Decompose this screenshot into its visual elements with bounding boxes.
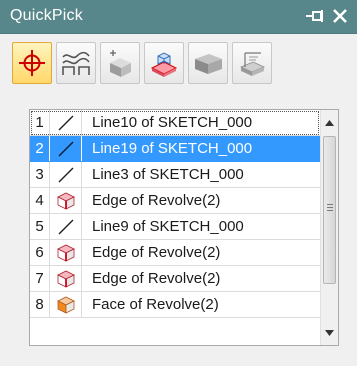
row-label: Line3 of SKETCH_000: [92, 166, 244, 183]
sheet-body-icon: [239, 52, 266, 76]
edge-icon: [50, 240, 82, 265]
list-item[interactable]: 1 Line10 of SKETCH_000: [30, 110, 320, 136]
point-on-body-button[interactable]: [100, 42, 140, 84]
row-label: Line9 of SKETCH_000: [92, 218, 244, 235]
filter-toolbar: [12, 42, 272, 88]
row-number: 1: [30, 110, 50, 135]
row-label: Line19 of SKETCH_000: [92, 140, 253, 157]
list-item[interactable]: 3 Line3 of SKETCH_000: [30, 162, 320, 188]
row-label: Face of Revolve(2): [92, 296, 219, 313]
selection-list: 1 Line10 of SKETCH_000 2 Line19 of SKETCH_0…: [29, 109, 339, 346]
line-icon: [50, 110, 82, 135]
scrollbar-thumb[interactable]: [323, 136, 336, 284]
scroll-down-arrow[interactable]: [321, 324, 338, 341]
edge-icon: [50, 266, 82, 291]
list-item[interactable]: 2 Line19 of SKETCH_000: [30, 136, 320, 162]
row-label: Edge of Revolve(2): [92, 192, 221, 209]
point-on-body-icon: [110, 50, 131, 77]
list-rows: 1 Line10 of SKETCH_000 2 Line19 of SKETCH_0…: [30, 110, 320, 318]
close-icon[interactable]: [329, 5, 351, 27]
crosshair-filter-button[interactable]: [12, 42, 52, 84]
curve-filter-icon: [62, 51, 90, 75]
list-item[interactable]: 4 Edge of Revolve(2): [30, 188, 320, 214]
body-filter-button[interactable]: [144, 42, 184, 84]
scroll-up-arrow[interactable]: [321, 114, 338, 131]
row-label: Line10 of SKETCH_000: [92, 114, 253, 131]
edge-icon: [50, 188, 82, 213]
list-item[interactable]: 5 Line9 of SKETCH_000: [30, 214, 320, 240]
title-bar[interactable]: QuickPick: [0, 0, 357, 34]
window-title: QuickPick: [10, 7, 83, 24]
solid-body-icon: [195, 54, 222, 74]
pin-icon[interactable]: [305, 5, 327, 27]
list-item[interactable]: 8 Face of Revolve(2): [30, 292, 320, 318]
row-number: 2: [30, 136, 50, 161]
line-icon: [50, 162, 82, 187]
row-number: 7: [30, 266, 50, 291]
title-buttons: [305, 4, 351, 28]
list-item[interactable]: 7 Edge of Revolve(2): [30, 266, 320, 292]
body-filter-icon: [150, 52, 178, 77]
crosshair-filter-icon: [19, 50, 45, 76]
row-number: 6: [30, 240, 50, 265]
quickpick-window: QuickPick 1 Line10 of SKETCH_000 2 Line1…: [0, 0, 357, 366]
curve-filter-button[interactable]: [56, 42, 96, 84]
sheet-body-button[interactable]: [232, 42, 272, 84]
row-number: 4: [30, 188, 50, 213]
line-icon: [50, 136, 82, 161]
solid-body-button[interactable]: [188, 42, 228, 84]
line-icon: [50, 214, 82, 239]
row-number: 3: [30, 162, 50, 187]
row-label: Edge of Revolve(2): [92, 270, 221, 287]
row-number: 8: [30, 292, 50, 317]
row-label: Edge of Revolve(2): [92, 244, 221, 261]
row-number: 5: [30, 214, 50, 239]
list-item[interactable]: 6 Edge of Revolve(2): [30, 240, 320, 266]
vertical-scrollbar[interactable]: [320, 110, 338, 345]
face-icon: [50, 292, 82, 317]
